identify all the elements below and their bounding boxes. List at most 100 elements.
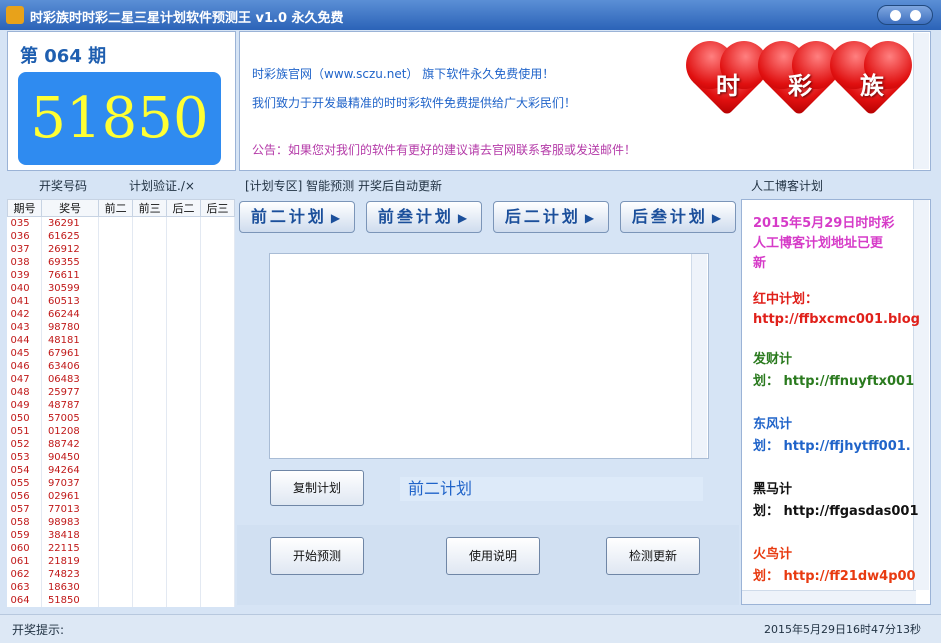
blog-entry[interactable]: 划： http://ffjhytff001.	[753, 437, 913, 457]
table-cell	[166, 295, 202, 308]
blog-entry[interactable]: 划： http://ffgasdas001	[753, 502, 919, 522]
blog-entry[interactable]: 黑马计	[753, 480, 913, 500]
table-row[interactable]: 055 97037	[7, 477, 235, 490]
table-cell	[132, 542, 168, 555]
table-row[interactable]: 040 30599	[7, 282, 235, 295]
table-row[interactable]: 044 48181	[7, 334, 235, 347]
table-row[interactable]: 051 01208	[7, 425, 235, 438]
table-cell	[166, 516, 202, 529]
table-row[interactable]: 062 74823	[7, 568, 235, 581]
history-group: 开奖号码 计划验证./× 期号 奖号 前二 前三 后二 后三 035 36291 0…	[7, 177, 235, 607]
table-cell: 25977	[41, 386, 100, 399]
table-row[interactable]: 052 88742	[7, 438, 235, 451]
table-row[interactable]: 064 51850	[7, 594, 235, 607]
table-row[interactable]: 042 66244	[7, 308, 235, 321]
blog-scrollbar[interactable]	[913, 200, 929, 590]
col-header[interactable]: 奖号	[40, 199, 100, 217]
table-cell	[200, 529, 235, 542]
table-cell	[98, 516, 134, 529]
table-cell	[132, 594, 168, 607]
col-header[interactable]: 后三	[200, 199, 235, 217]
table-cell	[132, 269, 168, 282]
table-row[interactable]: 041 60513	[7, 295, 235, 308]
check-update-button[interactable]: 检测更新	[606, 537, 700, 575]
textarea-scrollbar[interactable]	[691, 254, 707, 458]
table-cell	[98, 269, 134, 282]
table-row[interactable]: 061 21819	[7, 555, 235, 568]
table-row[interactable]: 039 76611	[7, 269, 235, 282]
table-cell	[98, 412, 134, 425]
front-three-plan-button[interactable]: 前叁计划 ▶	[366, 201, 482, 233]
table-cell: 049	[7, 399, 42, 412]
issue-label: 第 064 期	[20, 46, 107, 67]
table-cell	[98, 347, 134, 360]
col-header[interactable]: 前二	[98, 199, 134, 217]
table-cell	[98, 555, 134, 568]
table-row[interactable]: 050 57005	[7, 412, 235, 425]
table-row[interactable]: 043 98780	[7, 321, 235, 334]
table-cell	[98, 425, 134, 438]
front-two-plan-button[interactable]: 前二计划 ▶	[239, 201, 355, 233]
table-cell: 043	[7, 321, 42, 334]
blog-entry[interactable]: 火鸟计	[753, 545, 913, 565]
table-cell	[200, 412, 235, 425]
table-cell: 042	[7, 308, 42, 321]
table-cell	[166, 451, 202, 464]
blog-entry[interactable]: 东风计	[753, 415, 913, 435]
table-cell	[98, 216, 134, 230]
table-cell: 66244	[41, 308, 100, 321]
table-cell	[200, 503, 235, 516]
plan-textarea[interactable]	[269, 253, 709, 459]
table-cell	[166, 555, 202, 568]
table-row[interactable]: 054 94264	[7, 464, 235, 477]
table-row[interactable]: 058 98983	[7, 516, 235, 529]
table-row[interactable]: 046 63406	[7, 360, 235, 373]
minimize-icon[interactable]	[890, 10, 901, 21]
table-row[interactable]: 063 18630	[7, 581, 235, 594]
col-header[interactable]: 前三	[132, 199, 168, 217]
table-cell	[200, 464, 235, 477]
table-cell: 01208	[41, 425, 100, 438]
table-cell	[166, 386, 202, 399]
table-row[interactable]: 045 67961	[7, 347, 235, 360]
title-bar: 时彩族时时彩二星三星计划软件预测王 v1.0 永久免费	[0, 0, 941, 30]
table-row[interactable]: 056 02961	[7, 490, 235, 503]
table-row[interactable]: 037 26912	[7, 243, 235, 256]
table-row[interactable]: 049 48787	[7, 399, 235, 412]
col-header[interactable]: 后二	[166, 199, 202, 217]
table-row[interactable]: 036 61625	[7, 230, 235, 243]
notice-scrollbar[interactable]	[913, 33, 929, 169]
blog-entry[interactable]: 发财计	[753, 350, 913, 370]
issue-panel: 第 064 期 51850	[7, 31, 236, 171]
table-cell	[200, 269, 235, 282]
help-button[interactable]: 使用说明	[446, 537, 540, 575]
table-row[interactable]: 060 22115	[7, 542, 235, 555]
table-cell	[166, 216, 202, 230]
play-icon: ▶	[330, 211, 344, 225]
table-cell	[166, 269, 202, 282]
table-cell: 059	[7, 529, 42, 542]
blog-hscrollbar[interactable]	[742, 590, 916, 604]
table-cell	[200, 360, 235, 373]
table-row[interactable]: 057 77013	[7, 503, 235, 516]
table-cell: 037	[7, 243, 42, 256]
table-row[interactable]: 047 06483	[7, 373, 235, 386]
table-row[interactable]: 059 38418	[7, 529, 235, 542]
blog-title: 人工博客计划	[751, 179, 824, 193]
blog-entry[interactable]: 红中计划：	[753, 290, 913, 310]
start-predict-button[interactable]: 开始预测	[270, 537, 364, 575]
table-row[interactable]: 048 25977	[7, 386, 235, 399]
close-icon[interactable]	[910, 10, 921, 21]
back-two-plan-button[interactable]: 后二计划 ▶	[493, 201, 609, 233]
blog-entry[interactable]: 划： http://ffnuyftx001	[753, 372, 914, 392]
table-cell	[200, 399, 235, 412]
blog-entry[interactable]: 划： http://ff21dw4p00	[753, 567, 916, 587]
table-cell	[166, 464, 202, 477]
back-three-plan-button[interactable]: 后叁计划 ▶	[620, 201, 736, 233]
blog-entry[interactable]: http://ffbxcmc001.blog	[753, 310, 920, 330]
table-row[interactable]: 038 69355	[7, 256, 235, 269]
table-row[interactable]: 035 36291	[7, 216, 235, 230]
copy-plan-button[interactable]: 复制计划	[270, 470, 364, 506]
table-row[interactable]: 053 90450	[7, 451, 235, 464]
col-header[interactable]: 期号	[7, 199, 42, 217]
